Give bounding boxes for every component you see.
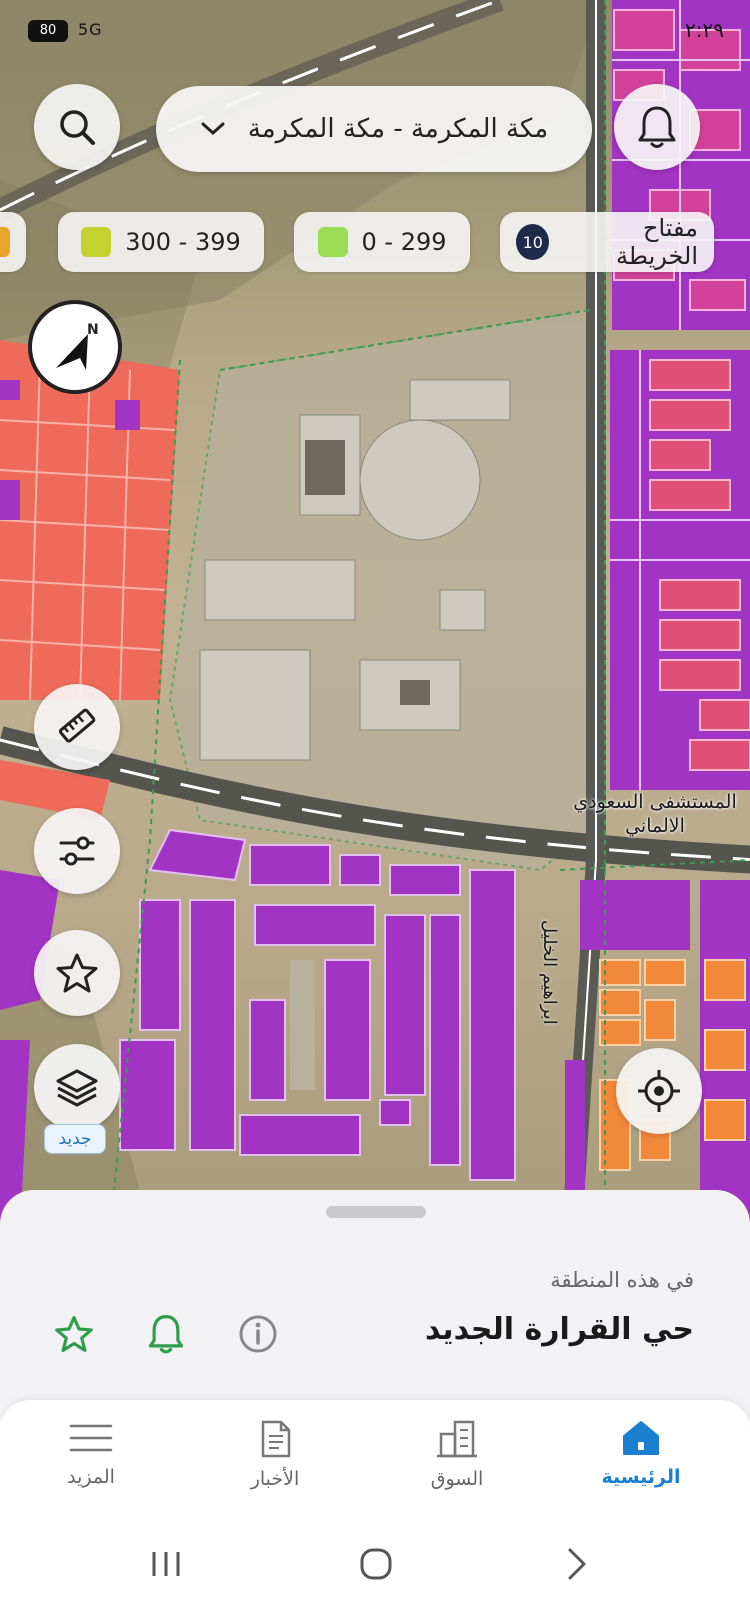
legend-chip-range-1[interactable]: 0 - 299 xyxy=(294,212,470,272)
recent-apps-icon xyxy=(152,1552,180,1576)
tab-market-label: السوق xyxy=(430,1468,484,1490)
search-button[interactable] xyxy=(34,84,120,170)
layers-icon xyxy=(56,1069,98,1107)
city-selector-label: مكة المكرمة - مكة المكرمة xyxy=(247,114,549,144)
tab-home[interactable]: الرئيسية xyxy=(576,1418,706,1518)
layers-button[interactable] xyxy=(34,1044,120,1130)
chevron-right-icon xyxy=(568,1548,586,1580)
sheet-drag-handle[interactable] xyxy=(326,1206,426,1218)
legend-swatch-1 xyxy=(317,227,348,257)
map-view[interactable]: المستشفى السعودي الالماني ابراهيم الخليل xyxy=(0,0,750,1230)
star-icon xyxy=(56,953,98,993)
legend-swatch-2 xyxy=(81,227,112,257)
tab-news[interactable]: الأخبار xyxy=(210,1418,340,1518)
home-system-button[interactable] xyxy=(346,1540,406,1588)
buildings-icon xyxy=(437,1420,477,1458)
status-bar: 80 5G ٢:٢٩ xyxy=(0,0,750,62)
bell-icon xyxy=(638,106,676,148)
area-alert-button[interactable] xyxy=(140,1308,192,1360)
favorites-button[interactable] xyxy=(34,930,120,1016)
ruler-button[interactable] xyxy=(34,684,120,770)
map-key-button[interactable]: مفتاح الخريطة 10 xyxy=(500,212,714,272)
tab-news-label: الأخبار xyxy=(250,1468,300,1490)
map-canvas xyxy=(0,0,750,1230)
legend-chip-range-2[interactable]: 300 - 399 xyxy=(58,212,264,272)
tab-home-label: الرئيسية xyxy=(601,1466,681,1488)
news-icon xyxy=(261,1420,291,1458)
compass-button[interactable]: N xyxy=(28,300,122,394)
area-subtitle: في هذه المنطقة xyxy=(550,1268,694,1292)
legend-range-2-label: 300 - 399 xyxy=(125,228,241,256)
ruler-icon xyxy=(58,708,96,743)
battery-indicator: 80 xyxy=(28,20,68,42)
chevron-down-icon xyxy=(201,122,225,136)
recent-apps-button[interactable] xyxy=(136,1540,196,1588)
filter-button[interactable] xyxy=(34,808,120,894)
favorite-area-button[interactable] xyxy=(48,1308,100,1360)
map-key-count-badge: 10 xyxy=(516,224,550,260)
bell-icon xyxy=(148,1315,184,1354)
compass-north-letter: N xyxy=(87,322,99,338)
star-icon xyxy=(55,1316,93,1352)
legend-range-1-label: 0 - 299 xyxy=(361,228,447,256)
legend-chip-partial[interactable] xyxy=(0,212,26,272)
tab-more[interactable]: المزيد xyxy=(26,1418,156,1518)
home-circle-icon xyxy=(360,1548,392,1580)
back-button[interactable] xyxy=(546,1540,606,1588)
area-title: حي القرارة الجديد xyxy=(424,1312,694,1347)
map-label-hospital: المستشفى السعودي الالماني xyxy=(573,791,737,837)
search-icon xyxy=(60,110,95,145)
menu-icon xyxy=(69,1424,113,1452)
tab-market[interactable]: السوق xyxy=(392,1418,522,1518)
area-info-sheet[interactable] xyxy=(0,1190,750,1420)
new-badge: جديد xyxy=(44,1124,106,1154)
crosshair-icon xyxy=(638,1070,680,1112)
home-icon xyxy=(623,1421,659,1455)
city-selector[interactable]: مكة المكرمة - مكة المكرمة xyxy=(156,86,592,172)
clock: ٢:٢٩ xyxy=(685,18,724,42)
sliders-icon xyxy=(59,836,95,866)
map-label-street: ابراهيم الخليل xyxy=(539,920,560,1025)
compass-icon: N xyxy=(56,322,99,370)
info-icon xyxy=(239,1315,277,1353)
map-key-label: مفتاح الخريطة xyxy=(616,214,698,270)
notifications-button[interactable] xyxy=(614,84,700,170)
legend-swatch xyxy=(0,227,10,257)
area-info-button[interactable] xyxy=(232,1308,284,1360)
signal-indicator: 5G xyxy=(78,20,103,39)
tab-more-label: المزيد xyxy=(67,1466,115,1488)
locate-me-button[interactable] xyxy=(616,1048,702,1134)
